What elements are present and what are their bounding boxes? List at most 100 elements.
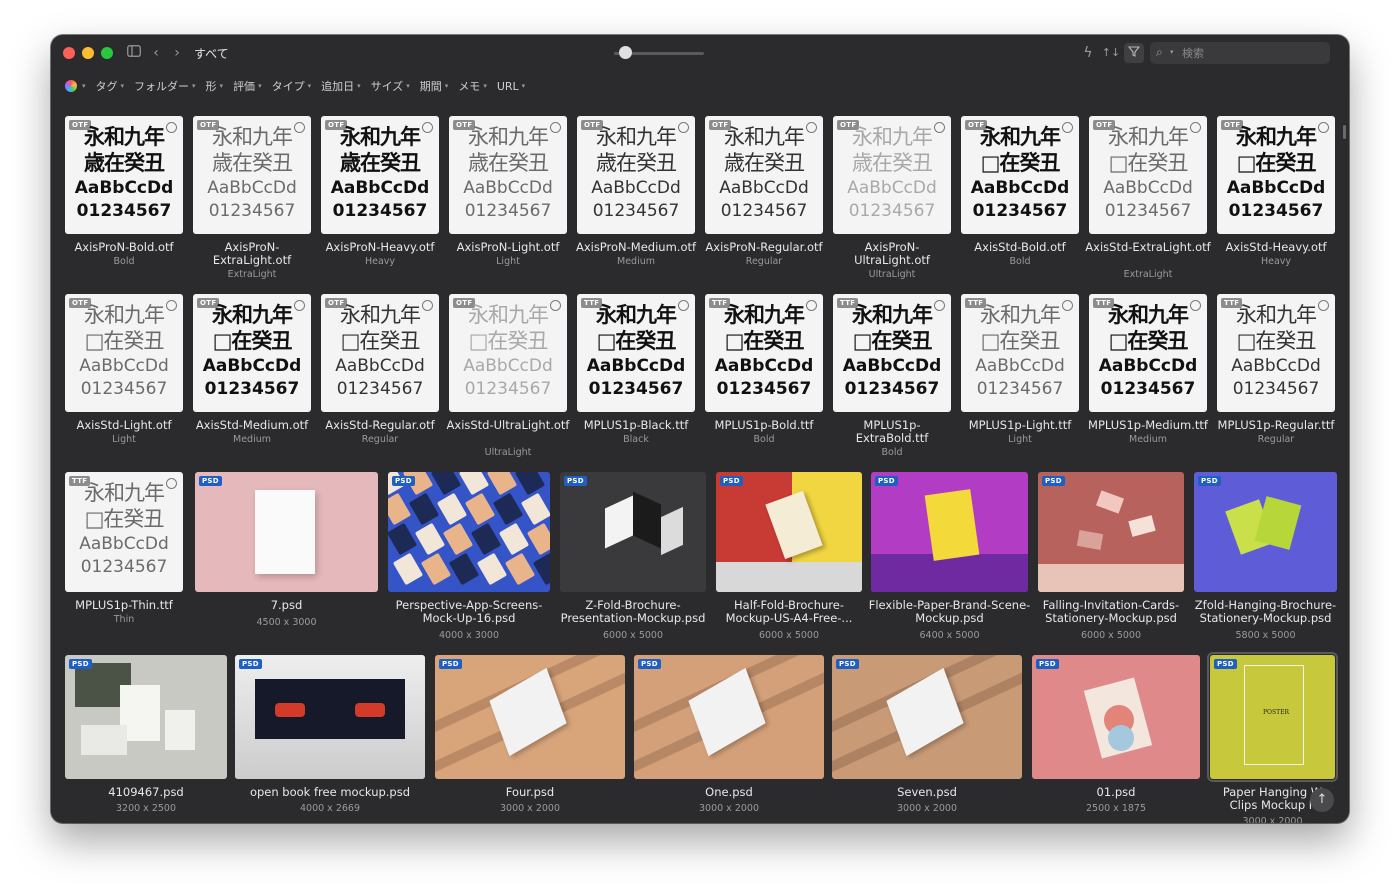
sample-line-3: AaBbCcDd [1098,356,1198,376]
font-preview[interactable]: OTF 永和九年 □在癸丑 AaBbCcDd 01234567 [449,294,567,412]
psd-preview[interactable]: PSD [435,655,625,779]
psd-preview[interactable]: PSD [195,472,378,592]
search-field[interactable]: ⌕ ▾ [1150,42,1330,64]
mockup-shape [408,492,440,526]
filter-5[interactable]: 追加日 ▾ [321,78,361,94]
font-preview[interactable]: OTF 永和九年 歳在癸丑 AaBbCcDd 01234567 [321,116,439,234]
filter-label: タイプ [271,80,305,93]
psd-preview[interactable]: PSD [1032,655,1200,779]
sample-line-2: □在癸丑 [468,329,549,353]
psd-preview[interactable]: PSD [65,655,227,779]
filter-4[interactable]: タイプ ▾ [272,78,312,94]
file-subtitle: ExtraLight [1123,269,1173,280]
file-dimensions: 6000 x 5000 [1080,630,1141,641]
font-preview[interactable]: OTF 永和九年 歳在癸丑 AaBbCcDd 01234567 [705,116,823,234]
font-preview[interactable]: OTF 永和九年 □在癸丑 AaBbCcDd 01234567 [1089,116,1207,234]
mockup-shape [470,522,502,556]
sample-line-4: 01234567 [716,379,812,399]
sort-icon[interactable]: ↑↓ [1101,43,1121,63]
filter-8[interactable]: メモ ▾ [458,78,487,94]
sample-line-2: □在癸丑 [84,329,165,353]
window-title: すべて [194,47,229,61]
psd-preview[interactable]: PSD [235,655,425,779]
sample-line-3: AaBbCcDd [970,178,1070,198]
thumbnail-size-slider-handle[interactable] [619,46,632,59]
font-preview[interactable]: TTF 永和九年 □在癸丑 AaBbCcDd 01234567 [1217,294,1335,412]
font-sample: 永和九年 □在癸丑 AaBbCcDd 01234567 [1217,302,1335,401]
filter-2[interactable]: 形 ▾ [206,78,224,94]
psd-preview[interactable]: PSD [634,655,824,779]
scrollbar[interactable] [1343,125,1346,139]
sample-line-2: □在癸丑 [1108,151,1189,175]
psd-preview[interactable]: PSD [832,655,1022,779]
lightning-icon[interactable]: ϟ [1078,43,1098,63]
font-preview[interactable]: OTF 永和九年 歳在癸丑 AaBbCcDd 01234567 [577,116,695,234]
close-window-button[interactable] [63,47,75,59]
sample-line-4: 01234567 [80,379,168,399]
filter-label: タグ [95,80,118,93]
scroll-to-top-button[interactable]: ↑ [1310,788,1334,812]
color-filter-icon[interactable] [65,80,77,92]
zoom-window-button[interactable] [101,47,113,59]
mockup-shape [532,552,550,586]
file-name: AxisProN-Medium.otf [575,240,697,254]
font-preview[interactable]: OTF 永和九年 □在癸丑 AaBbCcDd 01234567 [961,116,1079,234]
sample-line-2: □在癸丑 [724,329,805,353]
psd-preview[interactable]: PSD [716,472,862,592]
search-input[interactable] [1182,44,1322,62]
font-sample: 永和九年 歳在癸丑 AaBbCcDd 01234567 [833,124,951,223]
filter-0[interactable]: タグ ▾ [96,78,125,94]
psd-preview[interactable]: PSD [560,472,706,592]
font-preview[interactable]: OTF 永和九年 □在癸丑 AaBbCcDd 01234567 [193,294,311,412]
font-preview[interactable]: TTF 永和九年 □在癸丑 AaBbCcDd 01234567 [1089,294,1207,412]
mockup-shape [633,491,661,549]
psd-preview[interactable]: PSD [1038,472,1184,592]
font-preview[interactable]: TTF 永和九年 □在癸丑 AaBbCcDd 01234567 [833,294,951,412]
font-preview[interactable]: TTF 永和九年 □在癸丑 AaBbCcDd 01234567 [705,294,823,412]
psd-preview[interactable]: PSD [1194,472,1337,592]
psd-preview[interactable]: POSTER PSD [1207,652,1338,782]
filter-icon[interactable] [1124,43,1144,63]
file-subtitle: Light [1008,434,1032,445]
sample-line-2: □在癸丑 [212,329,293,353]
font-preview[interactable]: OTF 永和九年 歳在癸丑 AaBbCcDd 01234567 [449,116,567,234]
filter-7[interactable]: 期間 ▾ [420,78,449,94]
file-name: 4109467.psd [108,785,184,799]
chevron-down-icon: ▾ [258,82,262,90]
psd-preview[interactable]: PSD [388,472,550,592]
back-icon[interactable]: ‹ [146,43,166,63]
sample-line-4: 01234567 [588,379,684,399]
font-preview[interactable]: TTF 永和九年 □在癸丑 AaBbCcDd 01234567 [577,294,695,412]
font-sample: 永和九年 歳在癸丑 AaBbCcDd 01234567 [449,124,567,223]
filter-6[interactable]: サイズ ▾ [371,78,410,94]
sample-line-2: 歳在癸丑 [468,151,549,175]
sample-line-4: 01234567 [976,379,1064,399]
sample-line-2: 歳在癸丑 [212,151,293,175]
sample-line-3: AaBbCcDd [79,356,169,376]
font-preview[interactable]: OTF 永和九年 歳在癸丑 AaBbCcDd 01234567 [65,116,183,234]
psd-preview[interactable]: PSD [871,472,1028,592]
sample-line-2: 歳在癸丑 [340,151,421,175]
font-preview[interactable]: OTF 永和九年 □在癸丑 AaBbCcDd 01234567 [321,294,439,412]
sidebar-toggle-icon[interactable] [124,43,144,63]
file-name: AxisStd-UltraLight.otf [446,418,570,432]
filter-1[interactable]: フォルダー ▾ [134,78,196,94]
font-preview[interactable]: TTF 永和九年 □在癸丑 AaBbCcDd 01234567 [65,472,183,592]
font-preview[interactable]: TTF 永和九年 □在癸丑 AaBbCcDd 01234567 [961,294,1079,412]
file-name: AxisStd-ExtraLight.otf [1085,240,1211,254]
minimize-window-button[interactable] [82,47,94,59]
font-preview[interactable]: OTF 永和九年 □在癸丑 AaBbCcDd 01234567 [65,294,183,412]
filter-9[interactable]: URL ▾ [497,80,525,93]
font-sample: 永和九年 □在癸丑 AaBbCcDd 01234567 [577,302,695,401]
search-icon: ⌕ [1156,45,1163,59]
file-subtitle: Heavy [364,256,396,267]
filter-3[interactable]: 評価 ▾ [233,78,262,94]
font-preview[interactable]: OTF 永和九年 歳在癸丑 AaBbCcDd 01234567 [193,116,311,234]
font-preview[interactable]: OTF 永和九年 □在癸丑 AaBbCcDd 01234567 [1217,116,1335,234]
sample-line-4: 01234567 [720,201,808,221]
font-preview[interactable]: OTF 永和九年 歳在癸丑 AaBbCcDd 01234567 [833,116,951,234]
chevron-down-icon: ▾ [307,82,312,90]
file-name: AxisProN-UltraLight.otf [854,240,930,267]
forward-icon[interactable]: › [167,43,187,63]
file-dimensions: 3000 x 2000 [896,803,957,814]
